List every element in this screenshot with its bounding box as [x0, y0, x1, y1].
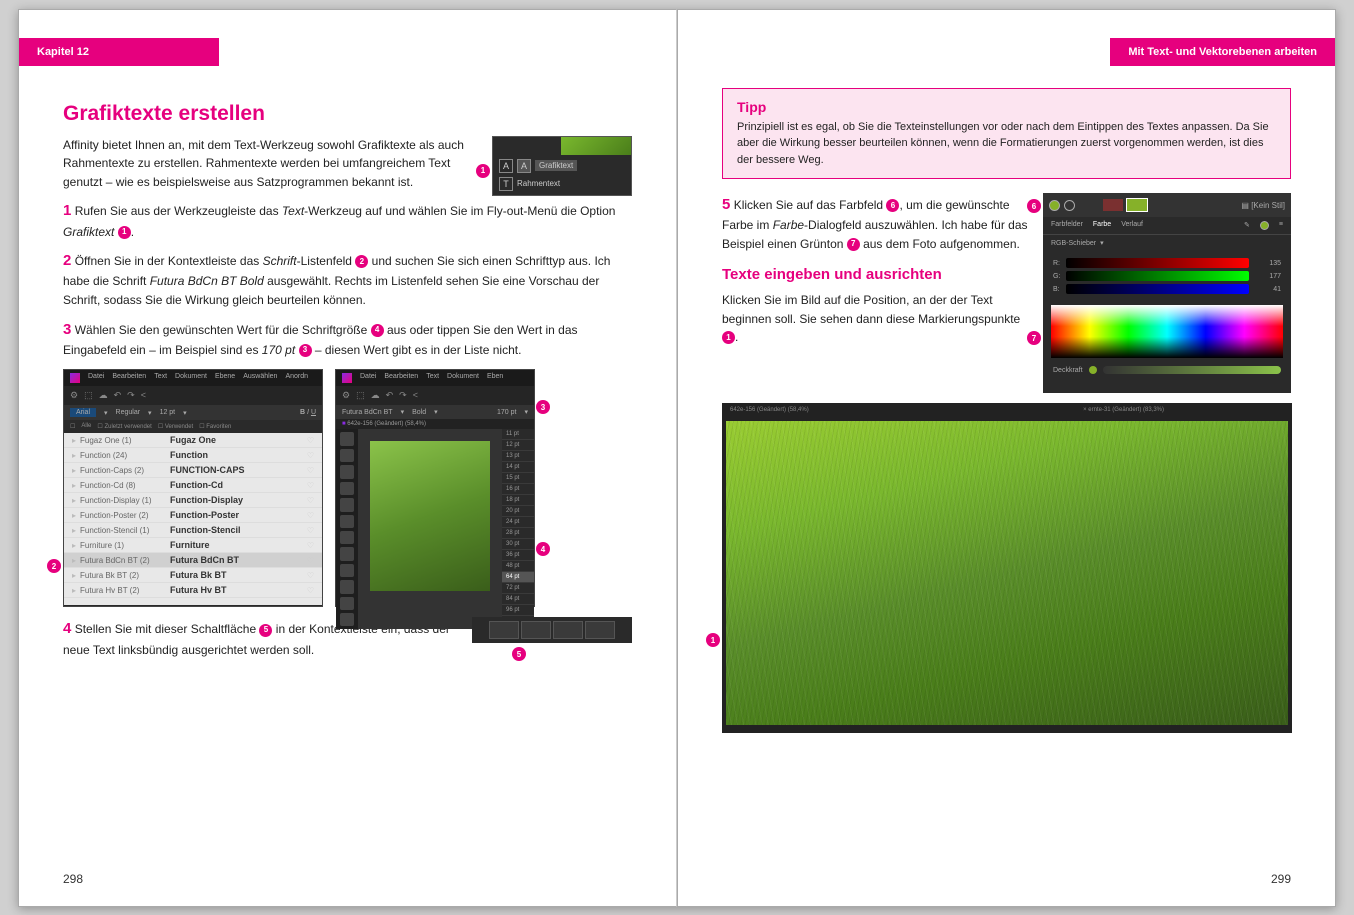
size-option[interactable]: 16 pt: [502, 484, 534, 495]
tip-box: Tipp Prinzipiell ist es egal, ob Sie die…: [722, 88, 1291, 180]
font-row[interactable]: ▸Furniture (1)Furniture♡: [64, 538, 322, 553]
align-justify-button[interactable]: [585, 621, 615, 639]
size-option[interactable]: 24 pt: [502, 517, 534, 528]
step-1: 1 Rufen Sie aus der Werkzeugleiste das T…: [63, 199, 632, 241]
grass-image: [370, 441, 490, 591]
alignment-toolbar: [472, 617, 632, 643]
size-list-screenshot: 3 4 DateiBearbeitenTextDokumentEben ⚙⬚☁↶…: [335, 369, 535, 607]
flyout-screenshot: AAGrafiktext TRahmentext: [492, 136, 632, 196]
page-title: Grafiktexte erstellen: [63, 102, 632, 126]
callout-6: 6: [1027, 199, 1041, 213]
callout-7: 7: [1027, 331, 1041, 345]
color-spectrum[interactable]: [1051, 305, 1283, 358]
screenshot-row: 2 DateiBearbeitenTextDokumentEbeneAuswäh…: [63, 369, 632, 607]
step-2: 2 Öffnen Sie in der Kontextleiste das Sc…: [63, 249, 632, 309]
size-option[interactable]: 20 pt: [502, 506, 534, 517]
size-option[interactable]: 14 pt: [502, 462, 534, 473]
font-row[interactable]: ▸Futura Hv BT (2)Futura Hv BT♡: [64, 583, 322, 598]
size-option[interactable]: 72 pt: [502, 583, 534, 594]
gear-icon: ⚙: [70, 390, 78, 401]
font-row[interactable]: ▸Function-Display (1)Function-Display♡: [64, 493, 322, 508]
artistic-text-icon-hl: A: [517, 159, 531, 173]
size-option[interactable]: 28 pt: [502, 528, 534, 539]
size-option[interactable]: 84 pt: [502, 594, 534, 605]
font-row[interactable]: ▸Function-Cd (8)Function-Cd♡: [64, 478, 322, 493]
document-screenshot: 642e-156 (Geändert) (58,4%)× ernte-31 (G…: [722, 403, 1292, 733]
size-option[interactable]: 96 pt: [502, 605, 534, 616]
font-row[interactable]: ▸Function-Poster (2)Function-Poster♡: [64, 508, 322, 523]
callout-2: 2: [47, 559, 61, 573]
menu-icon[interactable]: ≡: [1279, 221, 1283, 230]
chapter-label: Kapitel 12: [19, 38, 219, 66]
subheading: Texte eingeben und ausrichten: [722, 265, 1031, 285]
align-center-button[interactable]: [521, 621, 551, 639]
p-position: Klicken Sie im Bild auf die Position, an…: [722, 291, 1031, 347]
callout-1b: 1: [706, 633, 720, 647]
app-logo-icon: [70, 373, 80, 383]
size-option[interactable]: 11 pt: [502, 429, 534, 440]
callout-1: 1: [476, 164, 490, 178]
align-right-button[interactable]: [553, 621, 583, 639]
size-option[interactable]: 12 pt: [502, 440, 534, 451]
stroke-swatch[interactable]: [1064, 200, 1075, 211]
frame-text-icon: T: [499, 177, 513, 191]
font-row[interactable]: ▸Futura BdCn BT (2)Futura BdCn BT♡: [64, 553, 322, 568]
size-option[interactable]: 30 pt: [502, 539, 534, 550]
grass-photo: [726, 421, 1288, 725]
page-number: 298: [63, 872, 83, 886]
gear-icon: ⚙: [342, 390, 350, 401]
page-left: Kapitel 12 Grafiktexte erstellen Affinit…: [18, 9, 677, 907]
chapter-label-right: Mit Text- und Vektorebenen arbeiten: [1110, 38, 1335, 66]
size-option[interactable]: 48 pt: [502, 561, 534, 572]
callout-5: 5: [512, 647, 526, 661]
page-right: Mit Text- und Vektorebenen arbeiten Tipp…: [677, 9, 1336, 907]
step-5: 5 Klicken Sie auf das Farbfeld 6, um die…: [722, 193, 1031, 253]
tip-heading: Tipp: [737, 99, 1276, 115]
size-option[interactable]: 13 pt: [502, 451, 534, 462]
align-left-button[interactable]: [489, 621, 519, 639]
artistic-text-icon: A: [499, 159, 513, 173]
font-row[interactable]: ▸Function (24)Function♡: [64, 448, 322, 463]
app-logo-icon: [342, 373, 352, 383]
font-row[interactable]: ▸Function-Stencil (1)Function-Stencil♡: [64, 523, 322, 538]
callout-4: 4: [536, 542, 550, 556]
font-list-screenshot: DateiBearbeitenTextDokumentEbeneAuswähle…: [63, 369, 323, 607]
step-3: 3 Wählen Sie den gewünschten Wert für di…: [63, 318, 632, 360]
size-option[interactable]: 15 pt: [502, 473, 534, 484]
font-row[interactable]: ▸Function-Caps (2)FUNCTION-CAPS♡: [64, 463, 322, 478]
font-row[interactable]: ▸Fugaz One (1)Fugaz One♡: [64, 433, 322, 448]
callout-3: 3: [536, 400, 550, 414]
size-option[interactable]: 36 pt: [502, 550, 534, 561]
fill-swatch[interactable]: [1049, 200, 1060, 211]
eyedropper-icon[interactable]: ✎: [1244, 221, 1250, 230]
tip-text: Prinzipiell ist es egal, ob Sie die Text…: [737, 119, 1276, 169]
book-spread: Kapitel 12 Grafiktexte erstellen Affinit…: [18, 9, 1336, 907]
size-option[interactable]: 64 pt: [502, 572, 534, 583]
font-row[interactable]: ▸Futura Bk BT (2)Futura Bk BT♡: [64, 568, 322, 583]
color-panel: ▤ [Kein Stil] FarbfelderFarbeVerlauf✎≡ R…: [1043, 193, 1291, 393]
intro-text: Affinity bietet Ihnen an, mit dem Text-W…: [63, 136, 480, 192]
size-option[interactable]: 18 pt: [502, 495, 534, 506]
page-number: 299: [1271, 872, 1291, 886]
